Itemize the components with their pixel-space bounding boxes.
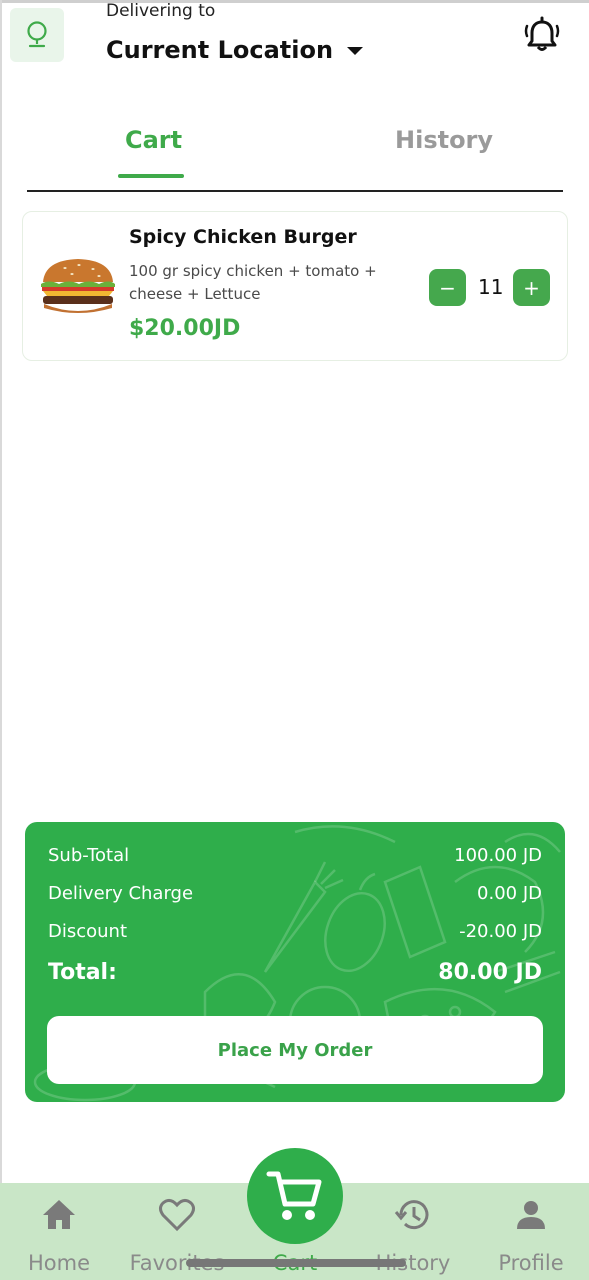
delivery-value: 0.00 JD [477, 883, 542, 904]
nav-item-home[interactable]: Home [9, 1183, 109, 1280]
subtotal-row: Sub-Total 100.00 JD [48, 845, 542, 866]
tab-cart[interactable]: Cart [125, 126, 182, 154]
burger-image [41, 259, 115, 313]
cart-item-card[interactable]: Spicy Chicken Burger 100 gr spicy chicke… [22, 211, 568, 361]
quantity-value: 11 [478, 275, 504, 299]
location-button[interactable] [10, 8, 64, 62]
item-price: $20.00JD [129, 316, 241, 341]
discount-value: -20.00 JD [459, 921, 542, 942]
bell-icon[interactable] [522, 16, 562, 56]
order-summary-panel: Sub-Total 100.00 JD Delivery Charge 0.00… [25, 822, 565, 1102]
total-row: Total: 80.00 JD [48, 960, 542, 985]
profile-icon [517, 1201, 545, 1229]
home-icon [43, 1200, 75, 1229]
delivery-label: Delivery Charge [48, 883, 194, 904]
subtotal-label: Sub-Total [48, 845, 130, 866]
nav-item-profile[interactable]: Profile [481, 1183, 581, 1280]
total-label: Total: [48, 960, 117, 985]
decrease-quantity-button[interactable]: − [429, 269, 466, 306]
tab-history[interactable]: History [395, 126, 493, 154]
cart-icon [266, 1171, 322, 1220]
nav-label-home: Home [27, 1251, 90, 1275]
status-line [0, 0, 589, 3]
discount-row: Discount -20.00 JD [48, 921, 542, 942]
cart-fab-button[interactable] [247, 1148, 343, 1244]
delivery-row: Delivery Charge 0.00 JD [48, 883, 542, 904]
discount-label: Discount [48, 921, 128, 942]
subtotal-value: 100.00 JD [454, 845, 542, 866]
history-icon [394, 1200, 429, 1230]
nav-label-profile: Profile [498, 1251, 564, 1275]
tab-indicator [118, 174, 184, 178]
chevron-down-icon [347, 47, 364, 55]
location-selector[interactable]: Current Location [106, 36, 364, 64]
item-name: Spicy Chicken Burger [129, 226, 357, 248]
place-order-button[interactable]: Place My Order [47, 1016, 543, 1084]
heart-icon [159, 1198, 195, 1232]
home-indicator [186, 1259, 406, 1267]
location-title: Current Location [106, 36, 334, 64]
total-value: 80.00 JD [438, 960, 542, 985]
delivering-label: Delivering to [106, 1, 216, 21]
increase-quantity-button[interactable]: + [513, 269, 550, 306]
location-pin-icon [27, 21, 47, 48]
item-description: 100 gr spicy chicken + tomato + cheese +… [129, 262, 377, 303]
tab-divider [27, 190, 563, 192]
frame-edge [0, 0, 2, 1280]
